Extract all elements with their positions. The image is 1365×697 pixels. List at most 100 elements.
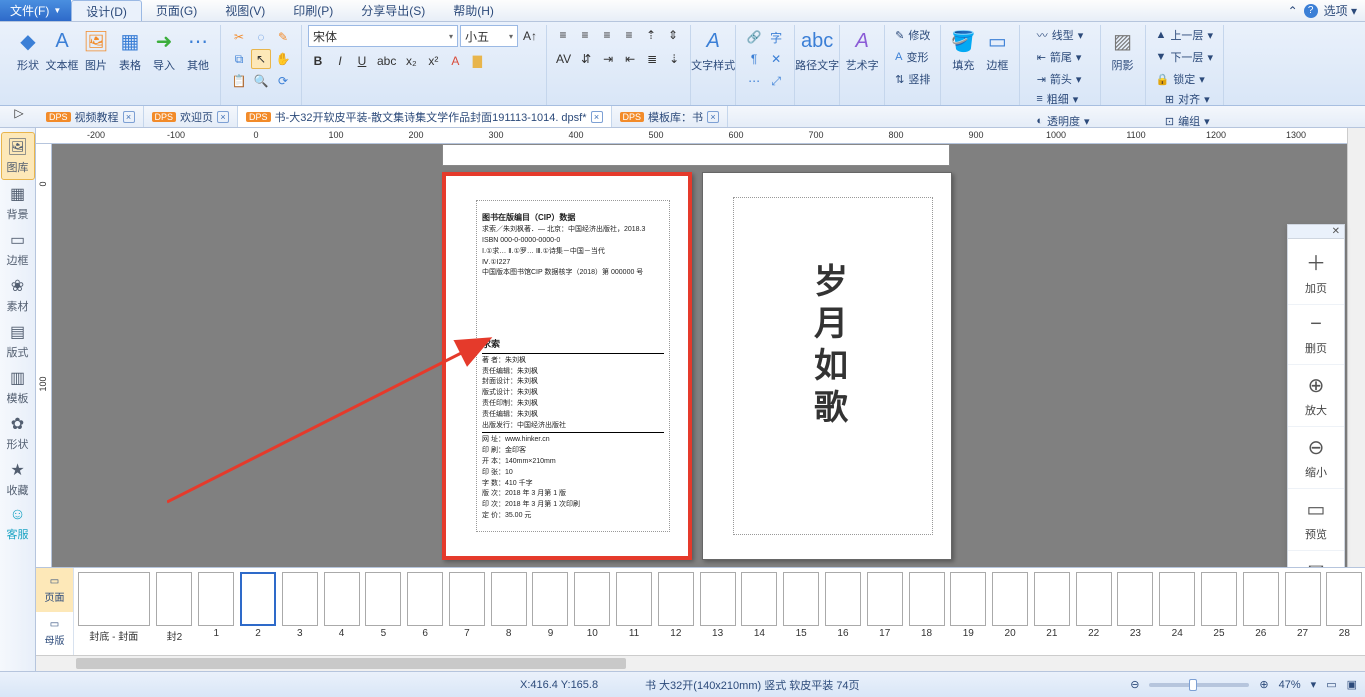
page-left[interactable]: 图书在版编目（CIP）数据 求索／朱刘枫著．— 北京：中国经济出版社，2018.…: [442, 172, 692, 560]
thumbnail[interactable]: 26: [1241, 572, 1281, 651]
horizontal-scrollbar[interactable]: [36, 655, 1365, 671]
page-right[interactable]: 岁月如歌: [702, 172, 952, 560]
thumbnail[interactable]: 16: [823, 572, 863, 651]
border-button[interactable]: ▭边框: [981, 25, 1013, 75]
sidebar-item[interactable]: ▤版式: [1, 318, 35, 364]
align-left-icon[interactable]: ≡: [553, 25, 573, 45]
sidebar-item[interactable]: ▭边框: [1, 226, 35, 272]
fit-page-icon[interactable]: ▣: [1347, 678, 1357, 691]
para-icon[interactable]: ¶: [744, 49, 764, 69]
menu-tab-share[interactable]: 分享导出(S): [347, 0, 439, 21]
import-button[interactable]: ➜导入: [148, 25, 180, 75]
lasso-icon[interactable]: ◌: [251, 27, 271, 47]
hand-icon[interactable]: ✋: [273, 49, 293, 69]
eyedrop-icon[interactable]: ✎: [273, 27, 293, 47]
arrowhead-button[interactable]: ⇥ 箭头 ▾: [1033, 69, 1088, 89]
indent-icon[interactable]: ⇥: [598, 49, 618, 69]
align-button[interactable]: ⊞ 对齐 ▾: [1161, 89, 1214, 109]
font-color-button[interactable]: A: [445, 51, 465, 71]
textstyle-button[interactable]: A文字样式: [697, 25, 729, 75]
font-name-select[interactable]: 宋体▾: [308, 25, 458, 47]
vertical-scrollbar[interactable]: [1347, 128, 1365, 567]
copy-icon[interactable]: ⧉: [229, 49, 249, 69]
valign-mid-icon[interactable]: ⇕: [663, 25, 683, 45]
sidebar-item[interactable]: ▥模板: [1, 364, 35, 410]
doc-tab[interactable]: DPS模板库：书×: [612, 106, 729, 127]
link-icon[interactable]: 🔗: [744, 27, 764, 47]
lineweight-button[interactable]: ≡ 粗细 ▾: [1032, 89, 1093, 109]
doc-tab[interactable]: DPS欢迎页×: [144, 106, 239, 127]
thumbnail[interactable]: 25: [1199, 572, 1239, 651]
thumbnail[interactable]: 13: [698, 572, 738, 651]
table-button[interactable]: ▦表格: [114, 25, 146, 75]
thumb-tab-master[interactable]: ▭母版: [36, 612, 73, 656]
close-icon[interactable]: ✕: [1332, 226, 1340, 237]
char-icon[interactable]: 字: [766, 27, 786, 47]
thumbnail[interactable]: 15: [781, 572, 821, 651]
tab-scroll-icon[interactable]: ▷: [6, 106, 32, 120]
zoom-out-icon[interactable]: ⊖: [1130, 678, 1139, 691]
fit-width-icon[interactable]: ▭: [1326, 678, 1336, 691]
menu-tab-print[interactable]: 印刷(P): [279, 0, 347, 21]
align-center-icon[interactable]: ≡: [575, 25, 595, 45]
underline-button[interactable]: U: [352, 51, 372, 71]
zoom-slider[interactable]: [1149, 683, 1249, 687]
decorate-button[interactable]: ✎ 修改: [891, 25, 934, 45]
spacing-icon[interactable]: AV: [553, 49, 574, 69]
doc-tab[interactable]: DPS书-大32开软皮平装-散文集诗集文学作品封面191113-1014. dp…: [238, 106, 611, 127]
menu-tab-page[interactable]: 页面(G): [142, 0, 211, 21]
float-item[interactable]: −删页: [1288, 305, 1344, 365]
thumbnail[interactable]: 12: [656, 572, 696, 651]
align-right-icon[interactable]: ≡: [597, 25, 617, 45]
zoom-in-icon[interactable]: ⊕: [1259, 678, 1268, 691]
paste-icon[interactable]: 📋: [229, 71, 249, 91]
sidebar-item[interactable]: ★收藏: [1, 456, 35, 502]
pathtext-button[interactable]: abc路径文字: [801, 25, 833, 75]
sidebar-item[interactable]: 🖼图库: [1, 132, 35, 180]
thumbnail[interactable]: 2: [238, 572, 278, 651]
bring-forward-button[interactable]: ▲ 上一层 ▾: [1152, 25, 1217, 45]
superscript-button[interactable]: x²: [423, 51, 443, 71]
font-size-select[interactable]: 小五▾: [460, 25, 518, 47]
linespace-icon[interactable]: ⇵: [576, 49, 596, 69]
clear-icon[interactable]: ✕: [766, 49, 786, 69]
vertical-button[interactable]: ⇅ 竖排: [891, 69, 934, 89]
other-button[interactable]: ⋯其他: [182, 25, 214, 75]
thumbnail[interactable]: 23: [1116, 572, 1156, 651]
thumbnail[interactable]: 28: [1324, 572, 1364, 651]
shadow-button[interactable]: ▨阴影: [1107, 25, 1139, 75]
zoom-value[interactable]: 47%: [1279, 679, 1301, 691]
expand-icon[interactable]: ⤢: [766, 71, 786, 91]
float-item[interactable]: ＋加页: [1288, 239, 1344, 305]
thumbnails[interactable]: 封底 - 封面封21234567891011121314151617181920…: [74, 568, 1365, 655]
rotate-icon[interactable]: ⟳: [273, 71, 293, 91]
italic-button[interactable]: I: [330, 51, 350, 71]
float-item[interactable]: ▭预览: [1288, 489, 1344, 551]
thumb-tab-pages[interactable]: ▭页面: [36, 568, 73, 612]
float-item[interactable]: ⊖缩小: [1288, 427, 1344, 489]
image-button[interactable]: 🖼图片: [80, 25, 112, 75]
thumbnail[interactable]: 6: [405, 572, 445, 651]
thumbnail[interactable]: 封底 - 封面: [75, 572, 153, 651]
thumbnail[interactable]: 3: [280, 572, 320, 651]
sidebar-item[interactable]: ☺客服: [1, 502, 35, 546]
thumbnail[interactable]: 1: [196, 572, 236, 651]
canvas[interactable]: 图书在版编目（CIP）数据 求索／朱刘枫著．— 北京：中国经济出版社，2018.…: [52, 144, 1347, 567]
doc-tab[interactable]: DPS视频教程×: [38, 106, 144, 127]
menu-tab-help[interactable]: 帮助(H): [439, 0, 508, 21]
valign-top-icon[interactable]: ⇡: [641, 25, 661, 45]
linetype-button[interactable]: 〰 线型 ▾: [1033, 25, 1088, 45]
close-tab-icon[interactable]: ×: [591, 111, 603, 123]
sidebar-item[interactable]: ❀素材: [1, 272, 35, 318]
outdent-icon[interactable]: ⇤: [620, 49, 640, 69]
list-icon[interactable]: ≣: [642, 49, 662, 69]
thumbnail[interactable]: 21: [1032, 572, 1072, 651]
transform-button[interactable]: A 变形: [891, 47, 934, 67]
highlight-button[interactable]: ▇: [467, 51, 487, 71]
close-tab-icon[interactable]: ×: [707, 111, 719, 123]
help-icon[interactable]: ?: [1304, 4, 1318, 18]
thumbnail[interactable]: 19: [948, 572, 988, 651]
align-justify-icon[interactable]: ≡: [619, 25, 639, 45]
strike-button[interactable]: abc: [374, 51, 399, 71]
thumbnail[interactable]: 7: [447, 572, 487, 651]
